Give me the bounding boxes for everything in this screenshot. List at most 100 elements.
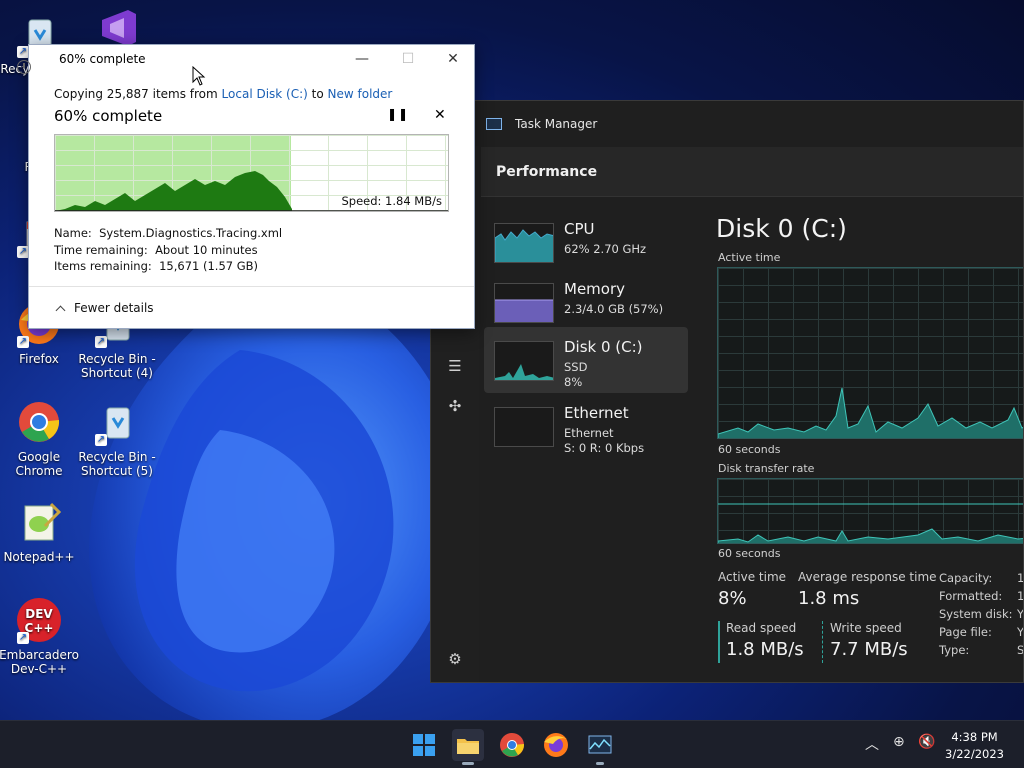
recycle-bin-icon: ↗: [93, 398, 141, 446]
desktop-icon-google-chrome[interactable]: Google Chrome: [0, 398, 79, 478]
stat-write-speed: Write speed 7.7 MB/s: [830, 621, 908, 660]
active-time-chart: [717, 267, 1023, 439]
copy-prefix-text: Copying 25,887 items from: [54, 87, 218, 101]
shortcut-arrow-icon: ↗: [95, 336, 107, 348]
disk-thumbnail: [494, 341, 554, 381]
property-key: Formatted:: [939, 589, 1003, 603]
section-title: Performance: [496, 164, 598, 180]
stat-label: Active time: [718, 570, 787, 584]
details-list-icon[interactable]: ☰: [445, 356, 465, 376]
clock-time: 4:38 PM: [951, 730, 998, 744]
stat-active-time: Active time 8%: [718, 570, 786, 609]
property-value: Y: [1017, 625, 1024, 639]
system-clock[interactable]: 4:38 PM 3/22/2023: [945, 729, 1004, 763]
taskbar-chrome[interactable]: [496, 729, 528, 761]
chrome-icon: [15, 398, 63, 446]
stat-value: 8%: [718, 588, 747, 609]
resource-name: Disk 0 (C:): [564, 338, 643, 356]
property-value: 1: [1017, 571, 1024, 585]
memory-thumbnail: [494, 283, 554, 323]
desktop-icon-label: Firefox: [19, 352, 59, 366]
transfer-rate-chart: [717, 478, 1023, 544]
adapter-throughput: S: 0 R: 0 Kbps: [564, 441, 645, 455]
desktop-icon-dev-cpp[interactable]: DEV C++ ↗ Embarcadero Dev-C++: [0, 596, 79, 676]
stat-label: Average response time: [798, 570, 937, 584]
shortcut-arrow-icon: ↗: [17, 336, 29, 348]
start-button[interactable]: [408, 729, 440, 761]
stat-label: Write speed: [830, 621, 902, 635]
resource-name: Memory: [564, 280, 626, 298]
detail-name: Name: System.Diagnostics.Tracing.xml: [54, 226, 283, 240]
resource-cpu[interactable]: CPU 62% 2.70 GHz: [484, 209, 688, 275]
clock-icon: [17, 60, 31, 74]
copy-speed-graph: Speed: 1.84 MB/s: [54, 134, 449, 212]
detail-items-remaining: Items remaining: 15,671 (1.57 GB): [54, 259, 259, 273]
resource-name: Ethernet: [564, 404, 629, 422]
desktop-icon-label: Embarcadero Dev-C++: [0, 648, 79, 676]
desktop-icon-recycle-bin-shortcut-5[interactable]: ↗ Recycle Bin - Shortcut (5): [77, 398, 157, 478]
svg-text:DEV: DEV: [25, 607, 53, 621]
settings-gear-icon[interactable]: ⚙: [445, 649, 465, 669]
stat-label: Read speed: [726, 621, 797, 635]
taskbar-file-explorer[interactable]: [452, 729, 484, 765]
dialog-titlebar[interactable]: 60% complete — ☐ ✕: [17, 45, 476, 74]
write-speed-bar: [822, 621, 824, 663]
volume-muted-icon[interactable]: 🔇: [918, 734, 935, 750]
disk-properties-keys: Capacity: Formatted: System disk: Page f…: [939, 569, 1013, 659]
stat-read-speed: Read speed 1.8 MB/s: [726, 621, 804, 660]
services-puzzle-icon[interactable]: ✣: [445, 396, 465, 416]
stat-value: 1.8 ms: [798, 588, 860, 609]
adapter-name: Ethernet: [564, 426, 614, 440]
resource-detail: 62% 2.70 GHz: [564, 242, 647, 256]
resource-disk-0[interactable]: Disk 0 (C:) SSD 8%: [484, 327, 688, 393]
property-key: System disk:: [939, 607, 1013, 621]
pause-button[interactable]: ❚❚: [387, 107, 409, 121]
network-globe-icon[interactable]: ⊕: [893, 734, 905, 750]
task-manager-window: Task Manager ☰ ✣ ⚙ Performance CPU 62% 2…: [430, 100, 1024, 683]
transfer-rate-seconds: 60 seconds: [718, 547, 781, 560]
clock-date: 3/22/2023: [945, 747, 1004, 761]
property-value: 1: [1017, 589, 1024, 603]
maximize-button: ☐: [401, 51, 415, 67]
resource-ethernet[interactable]: Ethernet Ethernet S: 0 R: 0 Kbps: [484, 393, 688, 459]
cancel-copy-button[interactable]: ✕: [434, 107, 446, 123]
windows-logo-icon: [413, 734, 435, 756]
mouse-cursor-icon: [192, 66, 206, 86]
progress-headline: 60% complete: [54, 107, 163, 125]
shortcut-arrow-icon: ↗: [95, 434, 107, 446]
stat-value: 1.8 MB/s: [726, 639, 804, 660]
copy-progress-dialog: 60% complete — ☐ ✕ Copying 25,887 items …: [17, 44, 476, 329]
to-text: to: [311, 87, 324, 101]
show-hidden-icons-chevron-up-icon[interactable]: ︿: [865, 734, 879, 754]
stat-average-response-time: Average response time 1.8 ms: [798, 570, 937, 609]
firefox-icon: [544, 733, 568, 757]
performance-header: Performance: [481, 147, 1023, 197]
close-button[interactable]: ✕: [430, 45, 476, 73]
chrome-icon: [500, 733, 525, 757]
property-key: Type:: [939, 643, 970, 657]
folder-icon: [457, 739, 479, 754]
desktop-icon-notepad-plus-plus[interactable]: Notepad++: [0, 498, 79, 564]
desktop: ↗ Recycle Bin - Sh Recy ↗ Eve ↗ Firefox …: [0, 0, 1024, 720]
disk-properties-values: 1 1 Y Y S: [1017, 569, 1024, 659]
resource-memory[interactable]: Memory 2.3/4.0 GB (57%): [484, 269, 688, 335]
minimize-button[interactable]: —: [339, 45, 385, 73]
shortcut-arrow-icon: ↗: [17, 632, 29, 644]
notepad-plus-plus-icon: [15, 498, 63, 546]
desktop-icon-label: Google Chrome: [15, 450, 63, 478]
task-manager-icon: [588, 735, 612, 754]
taskbar-firefox[interactable]: [540, 729, 572, 761]
ethernet-thumbnail: [494, 407, 554, 447]
dialog-title: 60% complete: [59, 52, 146, 66]
source-link[interactable]: Local Disk (C:): [222, 87, 308, 101]
cpu-thumbnail: [494, 223, 554, 263]
taskbar: ︿ ⊕ 🔇 4:38 PM 3/22/2023: [0, 720, 1024, 768]
disk-title: Disk 0 (C:): [716, 214, 847, 243]
property-value: Y: [1017, 607, 1024, 621]
destination-link[interactable]: New folder: [328, 87, 393, 101]
dev-cpp-icon: DEV C++ ↗: [15, 596, 63, 644]
fewer-details-label: Fewer details: [74, 301, 154, 315]
taskbar-task-manager[interactable]: [584, 729, 616, 765]
task-manager-title: Task Manager: [515, 117, 598, 131]
fewer-details-toggle[interactable]: Fewer details: [55, 301, 154, 315]
